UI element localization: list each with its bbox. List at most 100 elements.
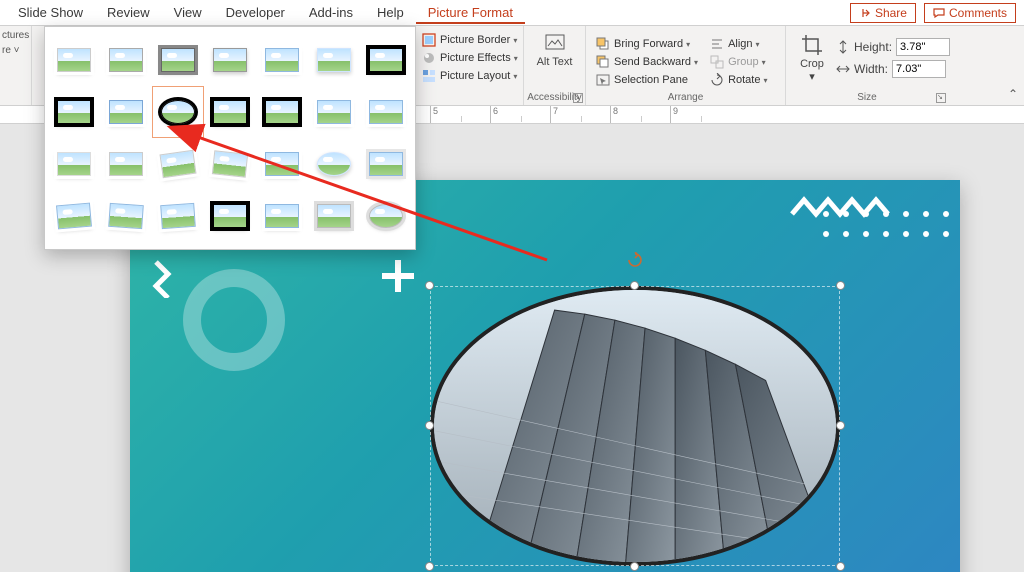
style-metal-frame[interactable] xyxy=(153,35,203,85)
share-button[interactable]: Share xyxy=(850,3,916,23)
accessibility-launcher[interactable]: ↘ xyxy=(573,93,583,103)
picture-styles-gallery[interactable] xyxy=(44,26,416,250)
ribbon-group-adjust-stub: ctures re ˅ xyxy=(0,26,32,105)
style-bevel-rectangle[interactable] xyxy=(361,139,411,189)
group-icon xyxy=(710,55,724,69)
picture-layout-icon xyxy=(422,69,436,83)
ribbon-group-size: Crop ▾ Height: Width: Size ↘ xyxy=(786,26,948,105)
selection-outline xyxy=(430,286,840,566)
menu-help[interactable]: Help xyxy=(365,1,416,24)
menu-picture-format[interactable]: Picture Format xyxy=(416,1,525,24)
ring-decor xyxy=(174,260,294,380)
style-bevel-perspective[interactable] xyxy=(49,191,99,241)
style-metal-rounded[interactable] xyxy=(309,191,359,241)
height-label: Height: xyxy=(854,40,892,54)
style-double-frame-black[interactable] xyxy=(361,35,411,85)
share-icon xyxy=(859,7,871,19)
style-rotated-white[interactable] xyxy=(153,139,203,189)
resize-handle-tl[interactable] xyxy=(425,281,434,290)
menu-developer[interactable]: Developer xyxy=(214,1,297,24)
resize-handle-bl[interactable] xyxy=(425,562,434,571)
bring-forward-button[interactable]: Bring Forward▾ xyxy=(592,36,702,52)
style-beveled-oval-black[interactable] xyxy=(153,87,203,137)
style-drop-shadow-rectangle[interactable] xyxy=(205,35,255,85)
crop-button[interactable]: Crop ▾ xyxy=(792,30,832,97)
size-launcher[interactable]: ↘ xyxy=(936,93,946,103)
picture-border-button[interactable]: Picture Border▾ xyxy=(418,32,517,48)
picture-layout-button[interactable]: Picture Layout▾ xyxy=(418,68,517,84)
style-reflected-bevel-white[interactable] xyxy=(257,191,307,241)
plus-decor xyxy=(378,256,418,296)
send-backward-icon xyxy=(596,55,610,69)
align-icon xyxy=(710,37,724,51)
comments-button[interactable]: Comments xyxy=(924,3,1016,23)
crop-icon xyxy=(801,34,823,56)
ruler-tick: 9 xyxy=(670,106,730,123)
picture-border-icon xyxy=(422,33,436,47)
style-simple-frame-white[interactable] xyxy=(49,35,99,85)
style-moderate-frame-black[interactable] xyxy=(257,87,307,137)
style-bevel-perspective-left[interactable] xyxy=(153,191,203,241)
resize-handle-tm[interactable] xyxy=(630,281,639,290)
menu-review[interactable]: Review xyxy=(95,1,162,24)
style-snip-diagonal-white[interactable] xyxy=(49,139,99,189)
align-button[interactable]: Align▾ xyxy=(706,36,771,52)
ribbon-group-picture-format-cmds: Picture Border▾ Picture Effects▾ Picture… xyxy=(412,26,524,105)
group-label-size: Size xyxy=(786,92,948,103)
width-input[interactable] xyxy=(892,60,946,78)
resize-handle-bm[interactable] xyxy=(630,562,639,571)
style-compound-frame-black[interactable] xyxy=(205,87,255,137)
comments-icon xyxy=(933,7,945,19)
style-perspective-shadow-white[interactable] xyxy=(205,139,255,189)
menu-view[interactable]: View xyxy=(162,1,214,24)
height-icon xyxy=(836,40,850,54)
alt-text-button[interactable]: Alt Text xyxy=(530,28,579,82)
resize-handle-br[interactable] xyxy=(836,562,845,571)
width-label: Width: xyxy=(854,62,888,76)
resize-handle-ml[interactable] xyxy=(425,421,434,430)
collapse-ribbon-button[interactable]: ⌃ xyxy=(1008,87,1018,101)
ruler-tick: 7 xyxy=(550,106,610,123)
style-reflected-rounded[interactable] xyxy=(257,35,307,85)
style-relaxed-perspective-white[interactable] xyxy=(257,139,307,189)
style-metal-oval[interactable] xyxy=(361,191,411,241)
alt-text-icon xyxy=(544,32,566,54)
style-center-shadow-rectangle[interactable] xyxy=(309,87,359,137)
send-backward-button[interactable]: Send Backward▾ xyxy=(592,54,702,70)
style-soft-edge-rectangle[interactable] xyxy=(309,35,359,85)
resize-handle-tr[interactable] xyxy=(836,281,845,290)
style-soft-edge-oval[interactable] xyxy=(309,139,359,189)
ruler-tick: 8 xyxy=(610,106,670,123)
ribbon-group-accessibility: Alt Text Accessibility ↘ xyxy=(524,26,586,105)
style-reflected-bevel-black[interactable] xyxy=(205,191,255,241)
ribbon-stub-line2[interactable]: re ˅ xyxy=(2,45,29,56)
group-label-arrange: Arrange xyxy=(586,92,785,103)
rotate-button[interactable]: Rotate▾ xyxy=(706,72,771,88)
ruler-tick: 5 xyxy=(430,106,490,123)
picture-effects-icon xyxy=(422,51,436,65)
menu-slide-show[interactable]: Slide Show xyxy=(6,1,95,24)
style-simple-frame-black[interactable] xyxy=(101,87,151,137)
width-icon xyxy=(836,62,850,76)
style-rounded-diagonal-white[interactable] xyxy=(361,87,411,137)
height-input[interactable] xyxy=(896,38,950,56)
menu-add-ins[interactable]: Add-ins xyxy=(297,1,365,24)
style-beveled-matte-white[interactable] xyxy=(101,35,151,85)
selected-picture[interactable] xyxy=(430,286,840,566)
selection-pane-icon xyxy=(596,73,610,87)
ribbon-stub-line1: ctures xyxy=(2,30,29,41)
ribbon-group-arrange: Bring Forward▾ Send Backward▾ Selection … xyxy=(586,26,786,105)
group-button[interactable]: Group▾ xyxy=(706,54,771,70)
rotate-icon xyxy=(710,73,724,87)
style-thick-matte-black[interactable] xyxy=(49,87,99,137)
bring-forward-icon xyxy=(596,37,610,51)
style-moderate-frame-white[interactable] xyxy=(101,139,151,189)
resize-handle-mr[interactable] xyxy=(836,421,845,430)
ruler-tick: 6 xyxy=(490,106,550,123)
style-reflected-perspective-right[interactable] xyxy=(101,191,151,241)
dots-decor-top-right xyxy=(820,208,970,268)
rotate-handle-icon[interactable] xyxy=(627,252,643,268)
main-menubar: Slide Show Review View Developer Add-ins… xyxy=(0,0,1024,26)
picture-effects-button[interactable]: Picture Effects▾ xyxy=(418,50,517,66)
selection-pane-button[interactable]: Selection Pane xyxy=(592,72,702,88)
